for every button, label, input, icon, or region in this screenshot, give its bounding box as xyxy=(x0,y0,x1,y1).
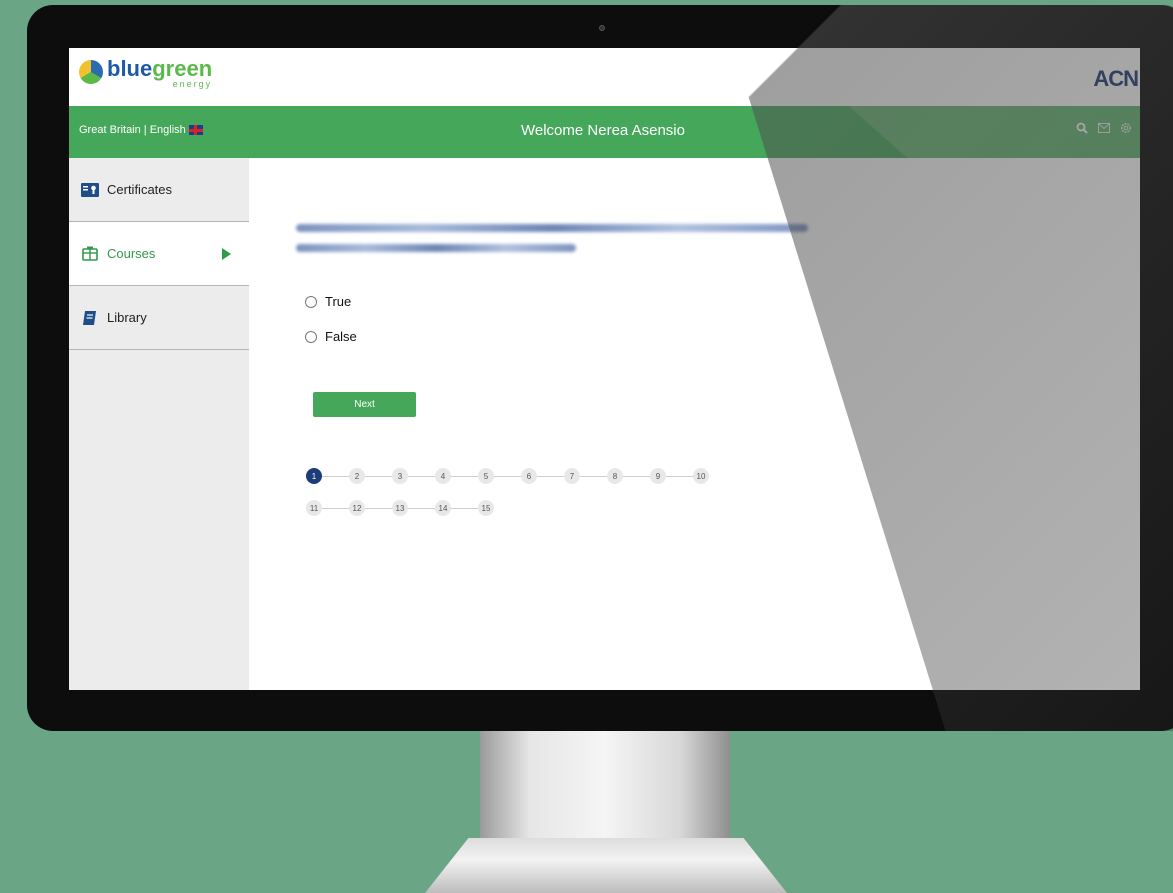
radio-button[interactable] xyxy=(305,295,317,308)
next-button[interactable]: Next xyxy=(313,392,416,417)
question-steps-row-2: 11 12 13 14 15 xyxy=(306,500,494,516)
camera xyxy=(599,25,605,31)
step-2[interactable]: 2 xyxy=(349,468,365,484)
radio-button[interactable] xyxy=(305,330,317,343)
option-label: False xyxy=(325,329,357,344)
step-7[interactable]: 7 xyxy=(564,468,580,484)
sidebar-item-label: Courses xyxy=(107,246,156,261)
monitor-base xyxy=(425,838,787,893)
step-11[interactable]: 11 xyxy=(306,500,322,516)
logo-text-green: green xyxy=(152,56,213,81)
top-bar: Great Britain | English Welcome Nerea As… xyxy=(69,106,1140,158)
sidebar-item-library[interactable]: Library xyxy=(69,286,249,350)
step-3[interactable]: 3 xyxy=(392,468,408,484)
step-14[interactable]: 14 xyxy=(435,500,451,516)
logo[interactable]: bluegreen energy xyxy=(79,56,213,89)
play-arrow-icon xyxy=(222,248,231,260)
courses-icon xyxy=(81,245,99,263)
mail-icon[interactable] xyxy=(1098,123,1110,133)
locale-selector[interactable]: Great Britain | English xyxy=(79,124,203,136)
step-5[interactable]: 5 xyxy=(478,468,494,484)
welcome-message: Welcome Nerea Asensio xyxy=(521,122,685,139)
step-10[interactable]: 10 xyxy=(693,468,709,484)
settings-icon[interactable] xyxy=(1120,122,1132,134)
screen: bluegreen energy ACN Great Britain | Eng… xyxy=(69,48,1140,690)
option-label: True xyxy=(325,294,352,309)
step-12[interactable]: 12 xyxy=(349,500,365,516)
step-8[interactable]: 8 xyxy=(607,468,623,484)
step-6[interactable]: 6 xyxy=(521,468,537,484)
partner-logo: ACN xyxy=(1093,66,1139,91)
sidebar: Certificates Courses Library xyxy=(69,158,249,690)
sidebar-item-label: Library xyxy=(107,310,147,325)
certificate-icon xyxy=(81,181,99,199)
option-false[interactable]: False xyxy=(305,329,357,344)
search-icon[interactable] xyxy=(1076,122,1088,134)
uk-flag-icon xyxy=(188,125,203,135)
question-steps-row-1: 1 2 3 4 5 6 7 8 9 10 xyxy=(306,468,709,484)
monitor-stand xyxy=(480,731,730,841)
step-4[interactable]: 4 xyxy=(435,468,451,484)
book-icon xyxy=(81,309,99,327)
logo-subtitle: energy xyxy=(172,79,213,89)
step-13[interactable]: 13 xyxy=(392,500,408,516)
app-header: bluegreen energy ACN xyxy=(69,48,1140,106)
locale-label: Great Britain | English xyxy=(79,124,186,136)
step-15[interactable]: 15 xyxy=(478,500,494,516)
option-true[interactable]: True xyxy=(305,294,351,309)
sidebar-item-courses[interactable]: Courses xyxy=(69,222,249,286)
logo-text-blue: blue xyxy=(107,56,153,81)
step-9[interactable]: 9 xyxy=(650,468,666,484)
question-text-redacted xyxy=(296,224,808,264)
sidebar-item-certificates[interactable]: Certificates xyxy=(69,158,249,222)
sidebar-item-label: Certificates xyxy=(107,182,173,197)
logo-icon xyxy=(79,60,103,84)
step-1[interactable]: 1 xyxy=(306,468,322,484)
quiz-content: True False Next 1 2 3 4 5 6 7 8 9 10 11 … xyxy=(249,158,1140,690)
